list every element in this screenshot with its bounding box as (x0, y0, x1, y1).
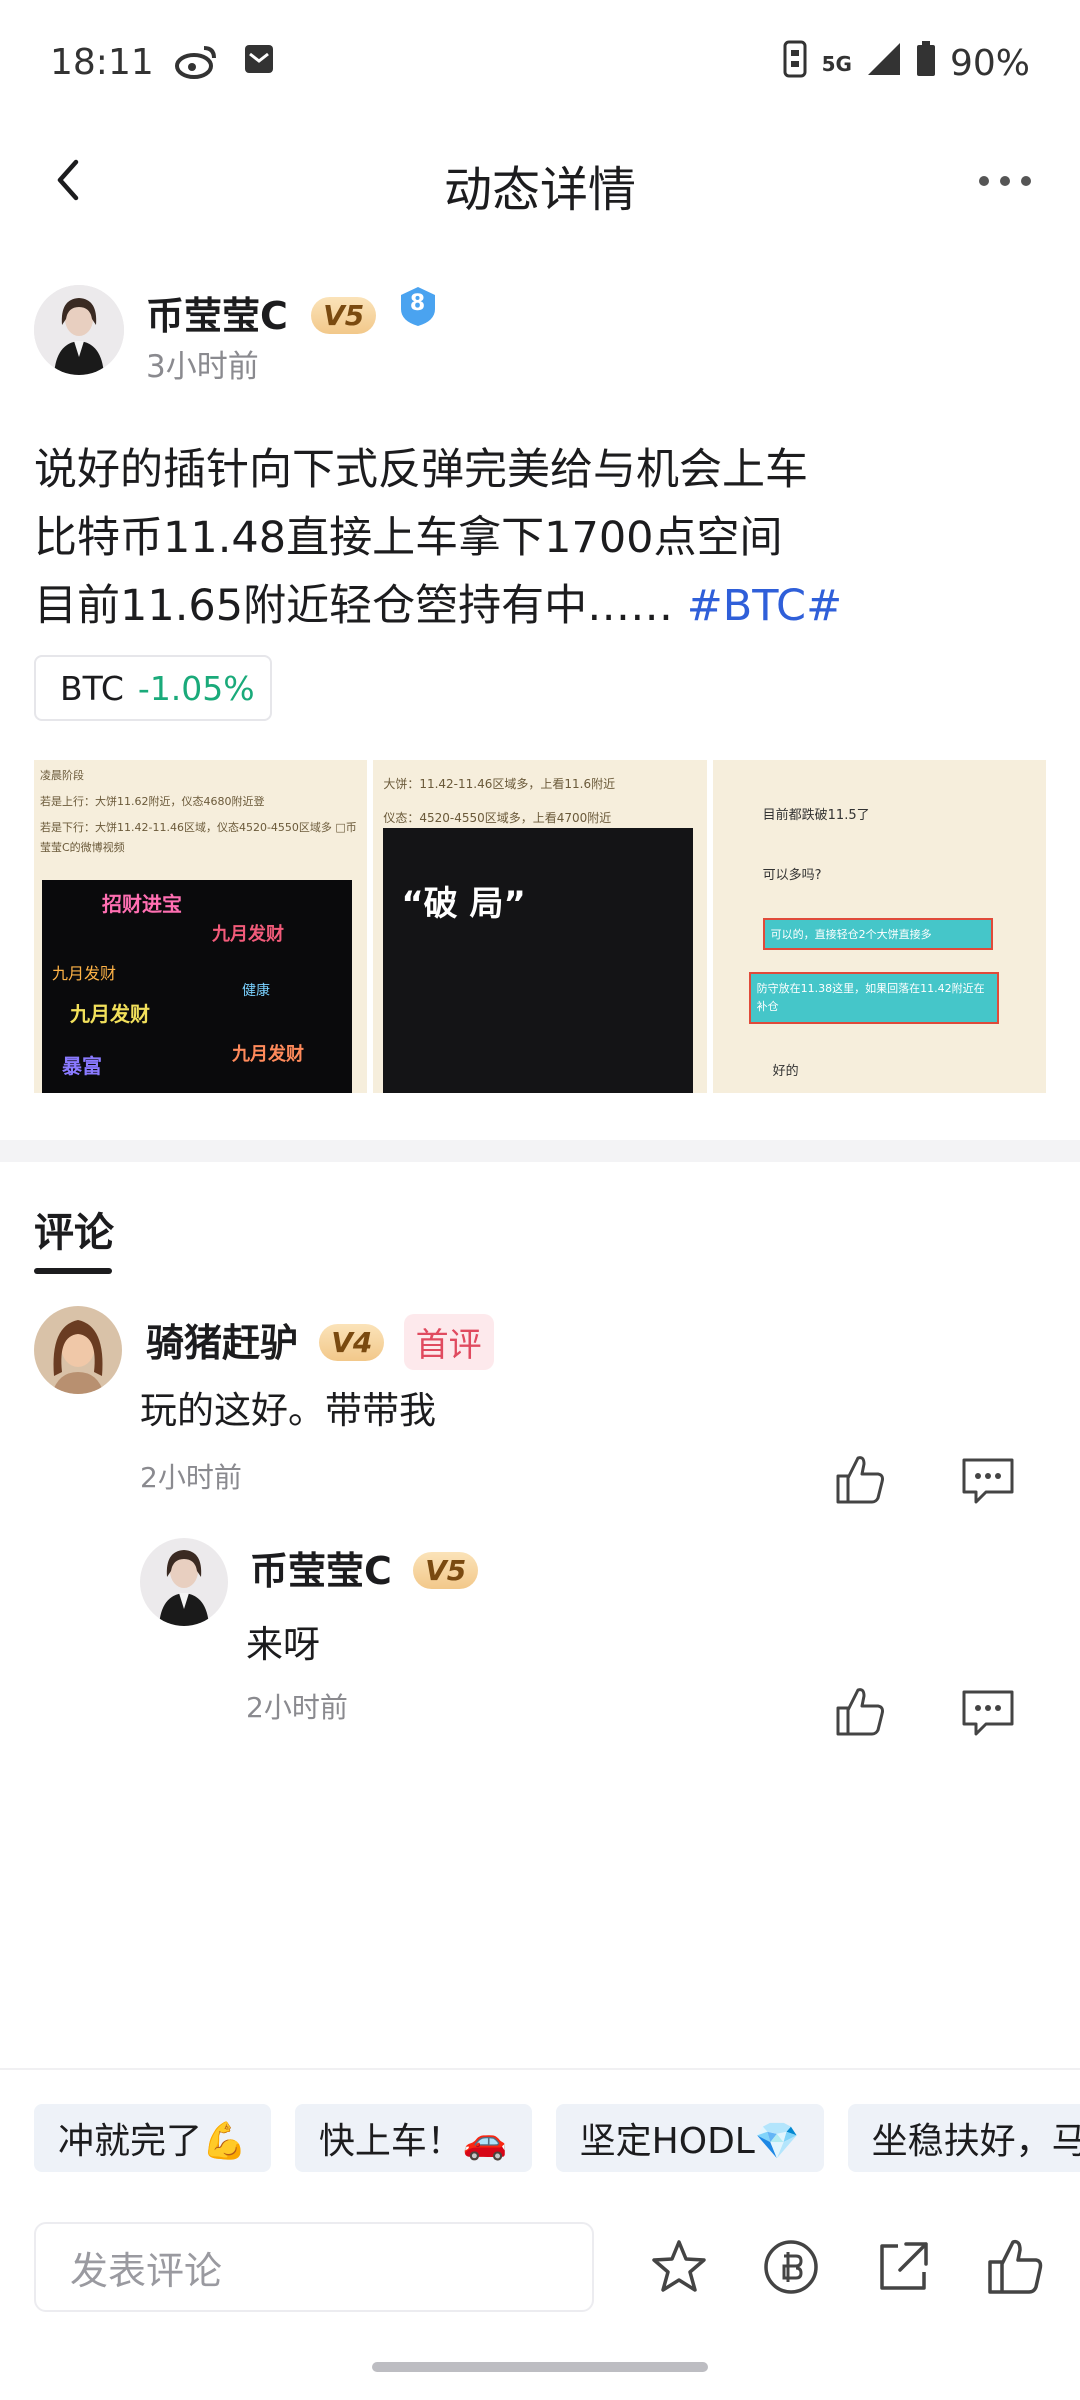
quick-reply-chip[interactable]: 快上车！🚗 (294, 2104, 532, 2172)
vibrate-icon (782, 40, 808, 87)
hashtag-link[interactable]: #BTC# (687, 581, 842, 631)
post-line-last: 目前11.65附近轻仓箜持有中…… #BTC# (34, 572, 1044, 640)
author-name-text: 币莹莹C (146, 294, 288, 338)
tab-underline (34, 1268, 112, 1274)
chat-bubble: 好的 (772, 1064, 799, 1079)
message-icon (244, 44, 274, 78)
chat-bubble: 防守放在11.38这里，如果回落在11.42附近在补仓 (748, 972, 999, 1024)
commenter-name-text: 骑猪赶驴 (146, 1321, 299, 1365)
page-title: 动态详情 (443, 162, 636, 218)
author-name[interactable]: 币莹莹C V5 8 (146, 285, 438, 340)
image-word: 九月发财 (52, 964, 117, 983)
chat-bubble: 可以多吗? (762, 868, 822, 883)
like-post-icon[interactable] (980, 2232, 1050, 2302)
image-word: 九月发财 (212, 924, 284, 945)
chat-bubble: 目前都跌破11.5了 (762, 808, 870, 823)
image-note-line: 大饼：11.42-11.46区域多，上看11.6附近 (383, 777, 616, 791)
tip-coin-icon[interactable] (756, 2232, 826, 2302)
chat-bubble: 可以的，直接轻仓2个大饼直接多 (762, 918, 993, 950)
post-line: 目前11.65附近轻仓箜持有中…… (34, 581, 674, 631)
post-line: 说好的插针向下式反弹完美给与机会上车 (34, 445, 808, 495)
first-comment-badge: 首评 (403, 1314, 494, 1370)
image-word: 暴富 (62, 1054, 102, 1078)
rank-number: 8 (409, 291, 426, 316)
rank-shield-icon: 8 (398, 285, 438, 327)
image-note-line: 凌晨阶段 (40, 769, 84, 782)
comment-time: 2小时前 (140, 1461, 242, 1494)
replier-avatar[interactable] (140, 1538, 228, 1626)
level-badge: V5 (413, 1552, 479, 1589)
commenter-avatar[interactable] (34, 1306, 122, 1394)
status-bar: 18:11 5G 90% (0, 0, 1080, 120)
quick-reply-chip[interactable]: 冲就完了💪 (34, 2104, 271, 2172)
image-word: 健康 (242, 983, 270, 999)
post-time: 3小时前 (146, 349, 259, 385)
home-indicator[interactable] (372, 2362, 708, 2372)
image-note: 大饼：11.42-11.46区域多，上看11.6附近 仪态：4520-4550区… (383, 772, 700, 830)
post-image-3[interactable]: 目前都跌破11.5了 可以多吗? 可以的，直接轻仓2个大饼直接多 防守放在11.… (712, 760, 1046, 1093)
image-dark-panel: “破 局” (383, 828, 694, 1093)
post-image-1[interactable]: 凌晨阶段 若是上行：大饼11.62附近，仪态4680附近登 若是下行：大饼11.… (34, 760, 368, 1093)
coin-symbol: BTC (60, 668, 124, 708)
post-images: 凌晨阶段 若是上行：大饼11.62附近，仪态4680附近登 若是下行：大饼11.… (34, 760, 1046, 1093)
comment-input[interactable]: 发表评论 (34, 2222, 594, 2312)
tab-comments[interactable]: 评论 (34, 1200, 114, 1258)
quick-reply-chip[interactable]: 坚定HODL💎 (555, 2104, 824, 2172)
image-screen: 招财进宝 九月发财 九月发财 健康 暴富 九月发财 九月发财 (42, 880, 352, 1093)
image-word: 九月发财 (70, 1002, 150, 1026)
more-options-button[interactable] (970, 156, 1040, 206)
reply-item: 币莹莹C V5 来呀 2小时前 (0, 1530, 1080, 1750)
coin-tag[interactable]: BTC -1.05% (34, 655, 272, 721)
image-note-line: 若是上行：大饼11.62附近，仪态4680附近登 (40, 795, 265, 808)
network-type: 5G (821, 51, 852, 76)
coin-change: -1.05% (137, 668, 255, 708)
signal-icon (866, 41, 902, 86)
image-note-line: 若是下行：大饼11.42-11.46区域，仪态4520-4550区域多 □币莹莹… (40, 821, 357, 854)
comment-text: 玩的这好。带带我 (140, 1389, 436, 1432)
post-author: 币莹莹C V5 8 3小时前 (34, 285, 1034, 385)
replier-name-text: 币莹莹C (250, 1549, 392, 1593)
replier-name[interactable]: 币莹莹C V5 (250, 1540, 479, 1595)
status-time: 18:11 (50, 42, 154, 83)
top-nav: 动态详情 (0, 120, 1080, 240)
favorite-star-icon[interactable] (644, 2232, 714, 2302)
post-line: 比特币11.48直接上车拿下1700点空间 (34, 513, 783, 563)
status-right: 5G 90% (782, 40, 1030, 87)
quick-reply-chips: 冲就完了💪 快上车！🚗 坚定HODL💎 坐稳扶好，马 (34, 2104, 1080, 2172)
reply-time: 2小时前 (246, 1691, 348, 1724)
author-avatar[interactable] (34, 285, 124, 375)
battery-icon (916, 41, 936, 86)
image-word: 招财进宝 (102, 892, 182, 916)
like-button[interactable] (828, 1680, 892, 1744)
level-badge: V5 (311, 297, 377, 334)
commenter-name[interactable]: 骑猪赶驴 V4 首评 (146, 1312, 494, 1370)
image-headline: “破 局” (401, 884, 526, 924)
reply-button[interactable] (956, 1448, 1020, 1512)
like-button[interactable] (828, 1448, 892, 1512)
post-content: 说好的插针向下式反弹完美给与机会上车 比特币11.48直接上车拿下1700点空间… (34, 436, 1044, 640)
image-note: 凌晨阶段 若是上行：大饼11.62附近，仪态4680附近登 若是下行：大饼11.… (40, 766, 361, 858)
reply-button[interactable] (956, 1680, 1020, 1744)
weibo-icon (174, 44, 218, 84)
image-word: 九月发财 (232, 1044, 304, 1065)
quick-reply-divider (0, 2068, 1080, 2070)
section-divider (0, 1140, 1080, 1162)
level-badge: V4 (319, 1324, 385, 1361)
image-note-line: 仪态：4520-4550区域多，上看4700附近 (383, 811, 612, 825)
reply-text: 来呀 (246, 1623, 320, 1666)
battery-level: 90% (949, 43, 1030, 84)
share-icon[interactable] (868, 2232, 938, 2302)
comment-item: 骑猪赶驴 V4 首评 玩的这好。带带我 2小时前 (0, 1300, 1080, 1520)
post-image-2[interactable]: 大饼：11.42-11.46区域多，上看11.6附近 仪态：4520-4550区… (373, 760, 707, 1093)
quick-reply-chip[interactable]: 坐稳扶好，马 (847, 2104, 1080, 2172)
